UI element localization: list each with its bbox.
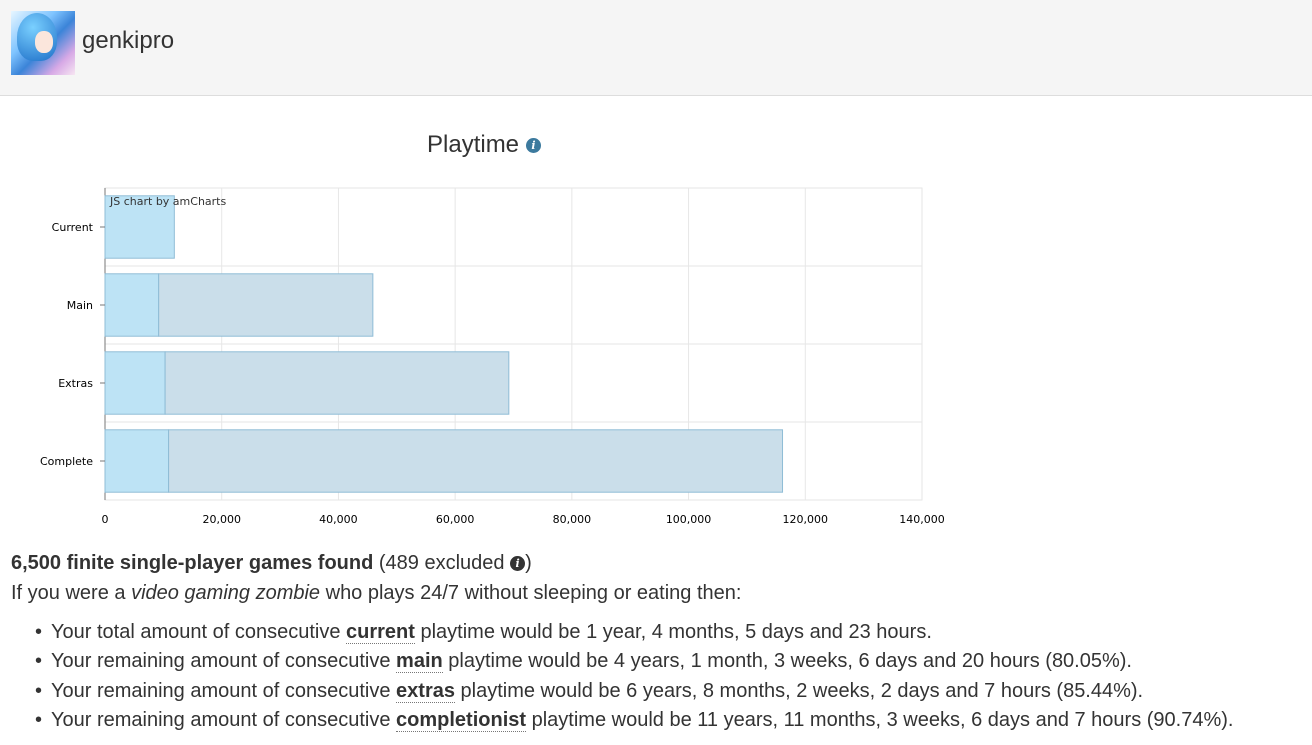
info-icon[interactable]: i: [526, 138, 541, 153]
y-tick-label: Main: [67, 299, 93, 312]
x-tick-label: 100,000: [666, 513, 712, 526]
line-keyword[interactable]: extras: [396, 679, 455, 703]
x-tick-label: 60,000: [436, 513, 475, 526]
bar-main-series-0: [104, 273, 160, 337]
bar-complete-series-1: [168, 429, 784, 493]
x-tick-label: 40,000: [319, 513, 358, 526]
excluded-info-icon[interactable]: i: [510, 556, 526, 571]
avatar[interactable]: [11, 11, 75, 75]
x-tick-label: 20,000: [202, 513, 241, 526]
line-suffix: playtime would be 1 year, 4 months, 5 da…: [414, 621, 932, 643]
line-suffix: playtime would be 11 years, 11 months, 3…: [526, 709, 1234, 732]
username[interactable]: genkipro: [82, 27, 174, 55]
top-bar: genkipro: [0, 0, 1312, 96]
bullet-icon: •: [35, 709, 43, 732]
bullet-icon: •: [35, 621, 43, 643]
bar-main-series-1: [158, 273, 374, 337]
intro-text: If you were a video gaming zombie who pl…: [11, 582, 741, 605]
y-tick-label: Extras: [58, 377, 93, 390]
chart-title: Playtime: [427, 131, 520, 158]
avatar-face: [35, 31, 53, 53]
intro-emphasis: video gaming zombie: [131, 582, 321, 604]
games-found-count: 6,500 finite single-player games found: [11, 552, 374, 574]
intro-suffix: who plays 24/7 without sleeping or eatin…: [320, 582, 742, 604]
x-tick-label: 120,000: [783, 513, 829, 526]
line-keyword[interactable]: completionist: [396, 709, 527, 733]
y-tick-label: Current: [52, 221, 94, 234]
bar-complete-series-0: [104, 429, 170, 493]
line-prefix: Your remaining amount of consecutive: [51, 709, 397, 732]
bar-extras-series-0: [104, 351, 166, 415]
excluded-count: (489 excluded: [378, 552, 505, 574]
list-item: • Your total amount of consecutive curren…: [35, 620, 1233, 649]
chart-watermark: JS chart by amCharts: [109, 195, 226, 208]
line-prefix: Your total amount of consecutive: [51, 621, 346, 643]
y-tick-label: Complete: [40, 455, 93, 468]
excluded-close: ): [525, 552, 532, 574]
line-prefix: Your remaining amount of consecutive: [51, 679, 397, 702]
x-tick-label: 0: [102, 513, 109, 526]
intro-prefix: If you were a: [11, 582, 132, 604]
bullet-icon: •: [35, 650, 43, 673]
list-item: • Your remaining amount of consecutive ma…: [35, 649, 1233, 678]
line-suffix: playtime would be 6 years, 8 months, 2 w…: [454, 679, 1144, 702]
summary-line: 6,500 finite single-player games found (…: [11, 552, 532, 575]
x-tick-label: 80,000: [553, 513, 592, 526]
list-item: • Your remaining amount of consecutive co…: [35, 708, 1233, 737]
playtime-chart: 0 20,000 40,000 60,000 80,000 100,000 120,000 1…: [40, 187, 945, 526]
playtime-summary-list: • Your total amount of consecutive curren…: [35, 620, 1233, 738]
line-prefix: Your remaining amount of consecutive: [51, 650, 397, 673]
x-tick-label: 140,000: [899, 513, 945, 526]
line-keyword[interactable]: main: [396, 650, 443, 674]
bullet-icon: •: [35, 679, 43, 702]
line-keyword[interactable]: current: [346, 621, 415, 644]
bar-extras-series-1: [164, 351, 510, 415]
line-suffix: playtime would be 4 years, 1 month, 3 we…: [442, 650, 1132, 673]
list-item: • Your remaining amount of consecutive ex…: [35, 679, 1233, 708]
